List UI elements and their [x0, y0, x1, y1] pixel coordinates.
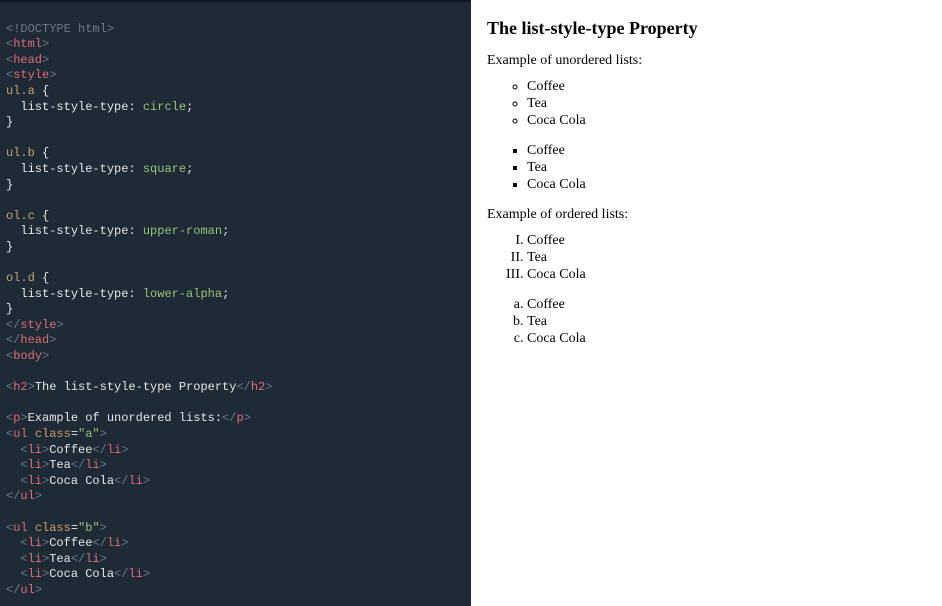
list-item: Coca Cola	[527, 177, 926, 193]
list-item: Coca Cola	[527, 113, 926, 129]
val-lalpha: lower-alpha	[143, 287, 222, 301]
val-uproman: upper-roman	[143, 224, 222, 238]
tag-ul: ul	[13, 427, 27, 441]
list-item: Tea	[527, 160, 926, 176]
tag-html: html	[13, 37, 42, 51]
list-item: Coffee	[527, 79, 926, 95]
prop-lst: list-style-type	[20, 100, 128, 114]
list-item: Tea	[527, 314, 926, 330]
preview-list-c: Coffee Tea Coca Cola	[487, 233, 926, 283]
selector-olc: ol.c	[6, 209, 35, 223]
list-item: Coffee	[527, 233, 926, 249]
list-item: Coffee	[527, 297, 926, 313]
doctype: <!DOCTYPE html>	[6, 22, 114, 36]
tag-head: head	[13, 53, 42, 67]
preview-list-d: Coffee Tea Coca Cola	[487, 297, 926, 347]
selector-ulb: ul.b	[6, 146, 35, 160]
preview-ord-label: Example of ordered lists:	[487, 207, 926, 223]
preview-list-a: Coffee Tea Coca Cola	[487, 79, 926, 129]
list-item: Coca Cola	[527, 267, 926, 283]
attr-class: class	[35, 427, 71, 441]
list-item: Tea	[527, 250, 926, 266]
tag-li: li	[28, 443, 42, 457]
selector-ula: ul.a	[6, 84, 35, 98]
tag-style: style	[13, 68, 49, 82]
text-h2: The list-style-type Property	[35, 380, 237, 394]
preview-heading: The list-style-type Property	[487, 18, 926, 39]
list-item: Coffee	[527, 143, 926, 159]
preview-list-b: Coffee Tea Coca Cola	[487, 143, 926, 193]
selector-old: ol.d	[6, 271, 35, 285]
list-item: Tea	[527, 96, 926, 112]
preview-pane: The list-style-type Property Example of …	[471, 0, 942, 606]
tag-h2: h2	[13, 380, 27, 394]
val-circle: circle	[143, 100, 186, 114]
tag-body: body	[13, 349, 42, 363]
val-square: square	[143, 162, 186, 176]
list-item: Coca Cola	[527, 331, 926, 347]
code-editor[interactable]: <!DOCTYPE html> <html> <head> <style> ul…	[0, 0, 471, 606]
preview-unord-label: Example of unordered lists:	[487, 53, 926, 69]
text-unord: Example of unordered lists:	[28, 411, 222, 425]
